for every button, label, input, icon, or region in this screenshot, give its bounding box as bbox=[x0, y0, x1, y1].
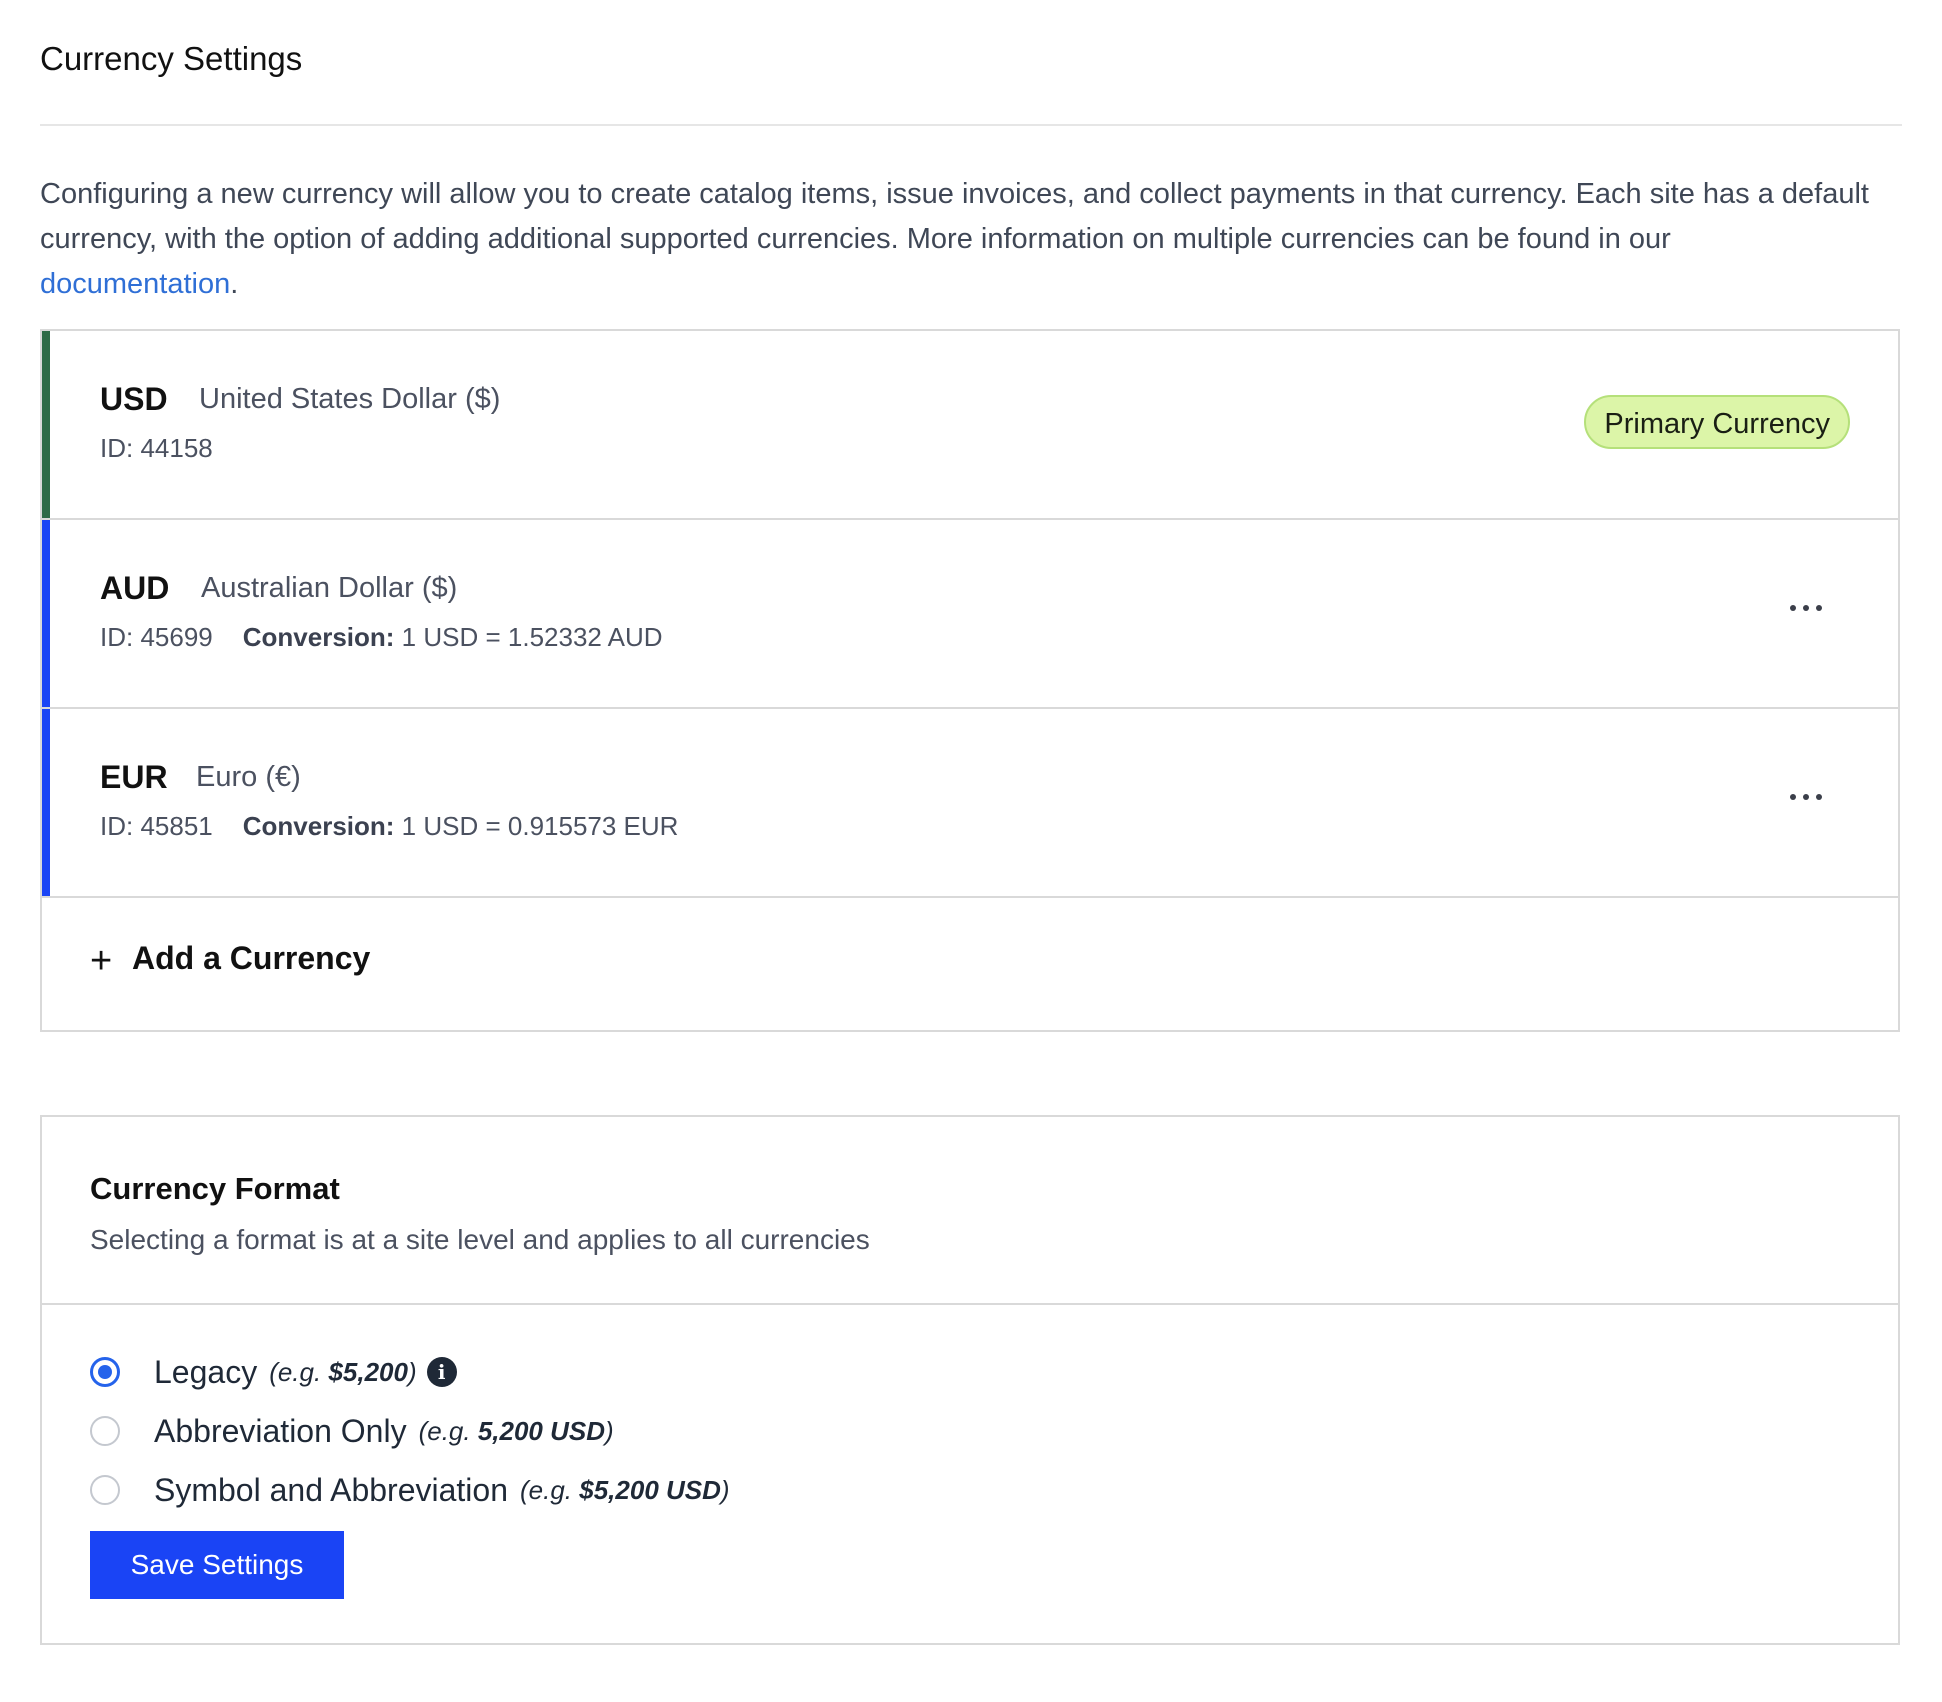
currency-settings-page: Currency Settings Configuring a new curr… bbox=[0, 0, 1942, 1702]
description-text: Configuring a new currency will allow yo… bbox=[40, 178, 1869, 255]
option-label: Legacy bbox=[154, 1353, 258, 1390]
currency-row-eur: EUR Euro (€) ID: 45851 Conversion: 1 USD … bbox=[42, 709, 1898, 898]
conversion-label: Conversion: bbox=[242, 622, 395, 652]
format-option-legacy[interactable]: Legacy (e.g. $5,200) i bbox=[90, 1347, 457, 1397]
option-label: Symbol and Abbreviation bbox=[154, 1471, 508, 1508]
currency-name: Australian Dollar ($) bbox=[201, 572, 458, 604]
currency-code: USD bbox=[100, 381, 168, 417]
option-example: (e.g. 5,200 USD) bbox=[418, 1415, 614, 1446]
documentation-link[interactable]: documentation bbox=[40, 268, 230, 300]
more-options-button-eur[interactable] bbox=[1790, 787, 1822, 807]
option-label: Abbreviation Only bbox=[154, 1412, 407, 1449]
currency-row-usd: USD United States Dollar ($) ID: 44158 P… bbox=[42, 331, 1898, 520]
accent-bar bbox=[42, 520, 50, 707]
currency-name: Euro (€) bbox=[196, 761, 301, 793]
conversion-value: 1 USD = 0.915573 EUR bbox=[401, 811, 679, 841]
title-divider bbox=[40, 124, 1902, 126]
primary-currency-badge: Primary Currency bbox=[1584, 395, 1850, 449]
currency-format-header: Currency Format Selecting a format is at… bbox=[42, 1117, 1898, 1305]
currency-code: AUD bbox=[100, 570, 170, 606]
currency-meta: ID: 44158 bbox=[100, 433, 213, 464]
save-settings-button[interactable]: Save Settings bbox=[90, 1531, 344, 1599]
currency-meta: ID: 45699 Conversion: 1 USD = 1.52332 AUD bbox=[100, 622, 663, 653]
more-options-button-aud[interactable] bbox=[1790, 598, 1822, 618]
page-description: Configuring a new currency will allow yo… bbox=[40, 172, 1870, 307]
option-example: (e.g. $5,200) bbox=[269, 1356, 417, 1387]
currency-id: ID: 45851 bbox=[100, 811, 213, 841]
currency-format-title: Currency Format bbox=[90, 1171, 340, 1206]
format-option-symbol-abbreviation[interactable]: Symbol and Abbreviation (e.g. $5,200 USD… bbox=[90, 1465, 730, 1515]
conversion-value: 1 USD = 1.52332 AUD bbox=[401, 622, 663, 652]
option-example: (e.g. $5,200 USD) bbox=[520, 1474, 730, 1505]
currency-list: USD United States Dollar ($) ID: 44158 P… bbox=[40, 329, 1900, 1032]
currency-row-aud: AUD Australian Dollar ($) ID: 45699 Conve… bbox=[42, 520, 1898, 709]
plus-icon: + bbox=[90, 940, 113, 982]
currency-name: United States Dollar ($) bbox=[199, 383, 501, 415]
add-currency-button[interactable]: + Add a Currency bbox=[42, 898, 1898, 1030]
radio-abbreviation-only[interactable] bbox=[90, 1416, 120, 1446]
radio-symbol-and-abbreviation[interactable] bbox=[90, 1475, 120, 1505]
format-option-abbreviation[interactable]: Abbreviation Only (e.g. 5,200 USD) bbox=[90, 1406, 614, 1456]
add-currency-label: Add a Currency bbox=[132, 940, 371, 976]
currency-code: EUR bbox=[100, 759, 168, 795]
radio-legacy[interactable] bbox=[90, 1357, 120, 1387]
currency-format-panel: Currency Format Selecting a format is at… bbox=[40, 1115, 1900, 1645]
info-icon[interactable]: i bbox=[426, 1357, 457, 1387]
primary-accent-bar bbox=[42, 331, 50, 518]
currency-format-subtitle: Selecting a format is at a site level an… bbox=[90, 1224, 870, 1255]
page-title: Currency Settings bbox=[40, 40, 303, 77]
conversion-label: Conversion: bbox=[242, 811, 395, 841]
currency-id: ID: 45699 bbox=[100, 622, 213, 652]
currency-id: ID: 44158 bbox=[100, 433, 213, 463]
accent-bar bbox=[42, 709, 50, 896]
description-end: . bbox=[230, 268, 239, 300]
more-horizontal-icon bbox=[1790, 794, 1796, 800]
more-horizontal-icon bbox=[1790, 605, 1796, 611]
currency-meta: ID: 45851 Conversion: 1 USD = 0.915573 EU… bbox=[100, 811, 678, 842]
